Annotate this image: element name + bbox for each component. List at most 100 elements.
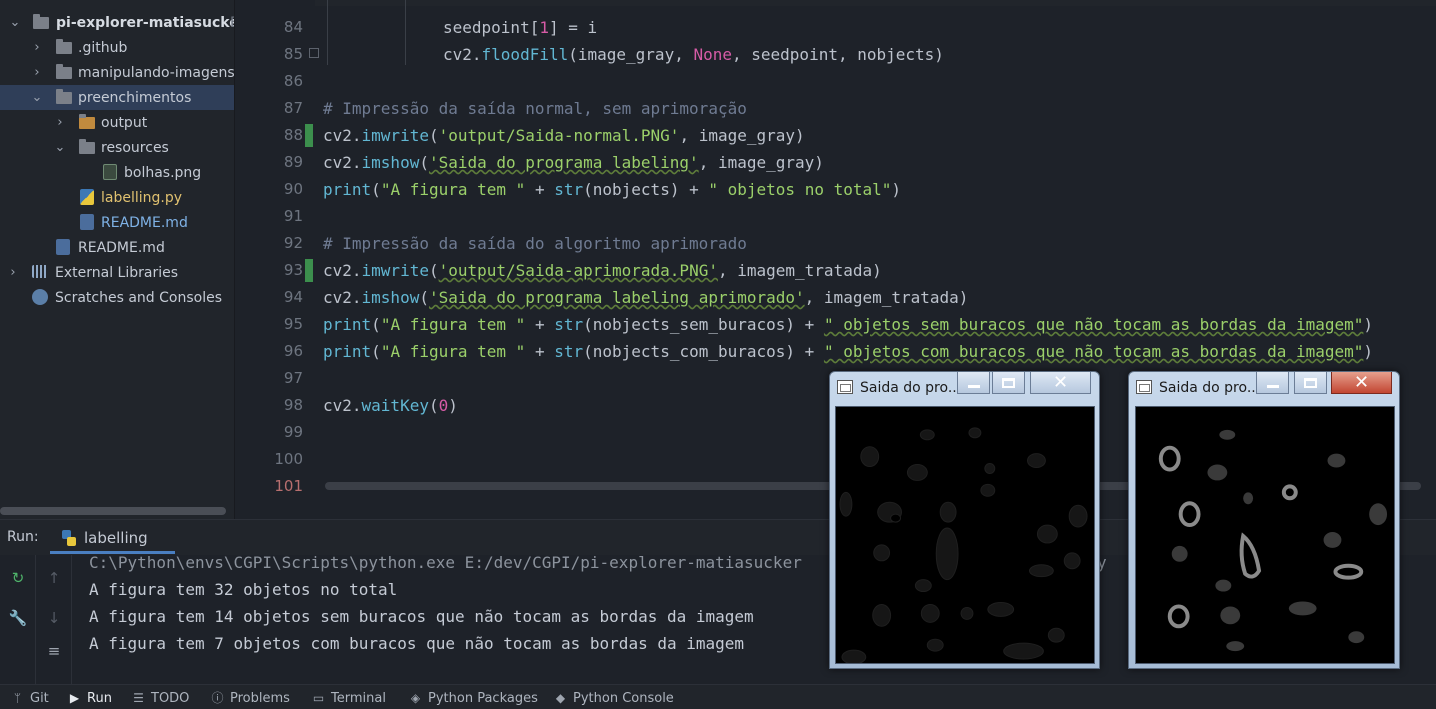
window-title: Saida do pro... — [1159, 380, 1261, 396]
code-line-85: cv2.floodFill(image_gray, None, seedpoin… — [443, 45, 944, 64]
tree-item-label: bolhas.png — [124, 164, 202, 181]
project-tree: ⌄ pi-explorer-matiasucker E › .github › … — [0, 0, 235, 519]
code-line-92: # Impressão da saída do algoritmo aprimo… — [323, 234, 747, 253]
horizontal-scrollbar[interactable] — [0, 507, 226, 515]
run-toolbar: ↻ 🔧 » — [0, 555, 36, 698]
line-number: 96 — [283, 342, 303, 360]
line-number: 95 — [283, 315, 303, 333]
tree-item-label: preenchimentos — [78, 89, 192, 106]
tree-item-resources[interactable]: ⌄ resources — [0, 135, 234, 160]
line-number: 97 — [283, 369, 303, 387]
folder-icon — [79, 139, 95, 154]
python-console-icon: ◆ — [555, 690, 566, 705]
chevron-right-icon[interactable]: › — [30, 40, 44, 55]
soft-wrap-icon[interactable]: ≡ — [43, 640, 65, 662]
tree-item-label: labelling.py — [101, 189, 183, 206]
line-number: 93 — [283, 261, 303, 279]
tree-item-label: README.md — [78, 239, 165, 256]
python-console-tool-button[interactable]: ◆ Python Console — [554, 689, 674, 707]
tree-item-readme-inner[interactable]: README.md — [0, 210, 234, 235]
output-image-normal — [835, 406, 1095, 664]
wrench-icon[interactable]: 🔧 — [7, 607, 29, 629]
line-number: 87 — [283, 99, 303, 117]
git-tool-button[interactable]: ᛘ Git — [11, 689, 49, 707]
markdown-file-icon — [80, 214, 94, 230]
git-branch-icon: ᛘ — [13, 690, 22, 705]
window-app-icon — [1136, 380, 1152, 394]
arrow-up-icon[interactable]: ↑ — [43, 567, 65, 589]
opencv-window-aprimorado[interactable]: Saida do pro... ✕ — [1128, 371, 1400, 669]
folder-icon — [33, 14, 49, 29]
library-icon — [32, 265, 48, 278]
tree-item-label: output — [101, 114, 148, 131]
tree-item-labelling-py[interactable]: labelling.py — [0, 185, 234, 210]
minimize-button[interactable] — [1256, 372, 1289, 394]
tree-item-scratches[interactable]: Scratches and Consoles — [0, 285, 234, 310]
code-line-94: cv2.imshow('Saida do programa labeling a… — [323, 288, 969, 307]
code-line-88: cv2.imwrite('output/Saida-normal.PNG', i… — [323, 126, 805, 145]
maximize-button[interactable] — [1294, 372, 1327, 394]
rerun-icon[interactable]: ↻ — [7, 567, 29, 589]
tree-item-label: README.md — [101, 214, 188, 231]
code-line-84: seedpoint[1] = i — [443, 18, 598, 37]
code-line-98: cv2.waitKey(0) — [323, 396, 458, 415]
chevron-down-icon[interactable]: ⌄ — [8, 15, 22, 30]
tree-item-label: manipulando-imagens — [78, 64, 235, 81]
code-line-93: cv2.imwrite('output/Saida-aprimorada.PNG… — [323, 261, 882, 280]
run-tool-button[interactable]: ▶ Run — [68, 689, 112, 707]
tree-item-readme-root[interactable]: README.md — [0, 235, 234, 260]
chevron-down-icon[interactable]: ⌄ — [30, 90, 44, 105]
terminal-tool-button[interactable]: ▭ Terminal — [312, 689, 386, 707]
tree-item-label: External Libraries — [55, 264, 178, 281]
run-tab-labelling[interactable]: labelling — [50, 523, 175, 554]
line-number: 86 — [283, 72, 303, 90]
folder-icon — [56, 89, 72, 104]
maximize-button[interactable] — [992, 372, 1025, 394]
chevron-down-icon[interactable]: ⌄ — [53, 140, 67, 155]
indent-guide — [327, 0, 328, 65]
scratches-icon — [32, 289, 48, 305]
arrow-down-icon[interactable]: ↓ — [43, 607, 65, 629]
console-output-line: A figura tem 32 objetos no total — [89, 580, 398, 599]
change-marker — [305, 259, 313, 282]
code-line-90: print("A figura tem " + str(nobjects) + … — [323, 180, 902, 199]
line-number: 100 — [274, 450, 303, 468]
tree-item-bolhas-png[interactable]: bolhas.png — [0, 160, 234, 185]
tool-window-bar: ᛘ Git ▶ Run ☰ TODO ⓘ Problems ▭ Terminal ◈ Pyt… — [0, 684, 1436, 709]
tree-item-manipulando-imagens[interactable]: › manipulando-imagens — [0, 60, 234, 85]
line-number: 90 — [283, 180, 303, 198]
python-icon — [62, 530, 76, 546]
output-image-aprimorado — [1135, 406, 1395, 664]
todo-tool-button[interactable]: ☰ TODO — [132, 689, 189, 707]
terminal-icon: ▭ — [312, 690, 325, 705]
line-number: 92 — [283, 234, 303, 252]
run-label: Run: — [7, 529, 39, 545]
problems-tool-button[interactable]: ⓘ Problems — [211, 689, 289, 707]
info-circle-icon: ⓘ — [211, 690, 224, 705]
tree-root[interactable]: ⌄ pi-explorer-matiasucker E — [0, 10, 234, 35]
tree-item-github[interactable]: › .github — [0, 35, 234, 60]
tree-item-external-libraries[interactable]: › External Libraries — [0, 260, 234, 285]
window-title: Saida do pro... — [860, 380, 962, 396]
indent-guide — [405, 0, 406, 65]
chevron-right-icon[interactable]: › — [6, 265, 20, 280]
console-output-line: A figura tem 14 objetos sem buracos que … — [89, 607, 754, 626]
tree-item-preenchimentos[interactable]: ⌄ preenchimentos — [0, 85, 234, 110]
line-number: 85 — [283, 45, 303, 63]
fold-marker-icon[interactable] — [309, 48, 319, 58]
chevron-right-icon[interactable]: › — [53, 115, 67, 130]
editor-tabs — [235, 0, 1436, 6]
code-line-89: cv2.imshow('Saida do programa labeling',… — [323, 153, 824, 172]
window-app-icon — [837, 380, 853, 394]
minimize-button[interactable] — [957, 372, 990, 394]
pycharm-ide: ⌄ pi-explorer-matiasucker E › .github › … — [0, 0, 1436, 709]
line-number: 99 — [283, 423, 303, 441]
python-file-icon — [80, 189, 94, 205]
python-packages-tool-button[interactable]: ◈ Python Packages — [409, 689, 538, 707]
close-button[interactable]: ✕ — [1331, 372, 1392, 394]
close-button[interactable]: ✕ — [1030, 372, 1091, 394]
chevron-right-icon[interactable]: › — [30, 65, 44, 80]
opencv-window-normal[interactable]: Saida do pro... ✕ — [829, 371, 1100, 669]
tree-item-output[interactable]: › output — [0, 110, 234, 135]
tree-item-label: resources — [101, 139, 169, 156]
